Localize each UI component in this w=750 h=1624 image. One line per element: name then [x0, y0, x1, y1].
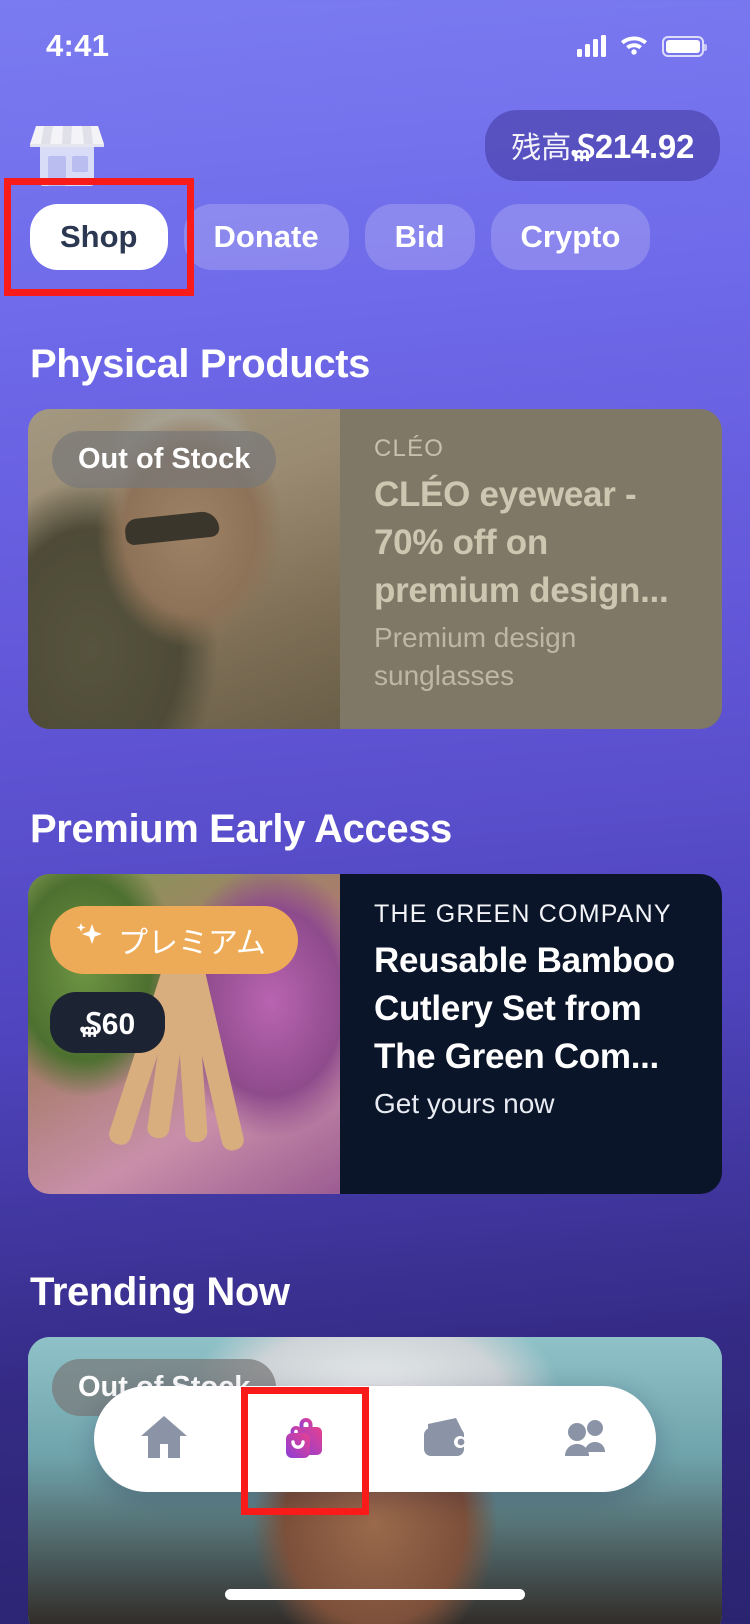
- product-brand: THE GREEN COMPANY: [374, 900, 672, 928]
- product-title: CLÉO eyewear - 70% off on premium design…: [374, 475, 669, 610]
- storefront-icon: [30, 110, 104, 188]
- balance-label: 残高: [511, 132, 572, 165]
- wallet-icon: [416, 1408, 474, 1471]
- product-subtitle: Premium design sunglasses: [374, 621, 577, 692]
- tab-crypto[interactable]: Crypto: [490, 204, 651, 270]
- balance-pill[interactable]: 残高 ₷214.92: [485, 110, 720, 181]
- product-image-bamboo: プレミアム ₷60: [28, 874, 340, 1194]
- app-header: 残高 ₷214.92: [0, 92, 750, 188]
- battery-icon: [662, 35, 707, 57]
- status-badge-out-of-stock: Out of Stock: [52, 431, 277, 488]
- nav-item-people[interactable]: [538, 1391, 634, 1487]
- tab-shop[interactable]: Shop: [30, 204, 168, 270]
- product-brand: CLÉO: [374, 435, 445, 462]
- section-title-trending-now: Trending Now: [30, 1270, 290, 1314]
- status-bar: 4:41: [0, 0, 750, 92]
- status-time: 4:41: [46, 28, 110, 63]
- category-tabs: Shop Donate Bid Crypto: [0, 178, 750, 296]
- shopping-bags-icon: [276, 1408, 334, 1471]
- balance-amount: ₷214.92: [571, 128, 694, 165]
- home-indicator: [225, 1589, 525, 1600]
- tab-donate[interactable]: Donate: [183, 204, 349, 270]
- nav-item-home[interactable]: [116, 1391, 212, 1487]
- section-title-premium-early-access: Premium Early Access: [30, 807, 452, 851]
- product-image-cleo: Out of Stock: [28, 409, 340, 729]
- product-subtitle: Get yours now: [374, 1087, 555, 1119]
- section-premium-early-access: Premium Early Access プレミアム ₷60 THE GREEN…: [0, 807, 750, 1194]
- cellular-signal-icon: [577, 35, 606, 57]
- premium-badge-label: プレミアム: [118, 927, 266, 960]
- sparkles-icon: [72, 919, 106, 961]
- product-info-bamboo: THE GREEN COMPANY Reusable Bamboo Cutler…: [340, 874, 722, 1194]
- product-info-cleo: CLÉO CLÉO eyewear - 70% off on premium d…: [340, 409, 722, 729]
- nav-item-wallet[interactable]: [397, 1391, 493, 1487]
- premium-badge: プレミアム: [50, 906, 298, 974]
- people-icon: [557, 1408, 615, 1471]
- product-card-bamboo[interactable]: プレミアム ₷60 THE GREEN COMPANY Reusable Bam…: [28, 874, 722, 1194]
- status-icons: [577, 32, 707, 60]
- bottom-navigation-bar: [94, 1386, 656, 1515]
- nav-item-shop[interactable]: [240, 1387, 369, 1515]
- tab-shop-wrapper: Shop: [4, 178, 194, 296]
- tab-bid[interactable]: Bid: [364, 204, 475, 270]
- wifi-icon: [619, 32, 649, 60]
- section-title-physical-products: Physical Products: [30, 342, 370, 386]
- product-title: Reusable Bamboo Cutlery Set from The Gre…: [374, 941, 675, 1076]
- section-physical-products: Physical Products Out of Stock CLÉO CLÉO…: [0, 342, 750, 729]
- product-card-cleo[interactable]: Out of Stock CLÉO CLÉO eyewear - 70% off…: [28, 409, 722, 729]
- price-badge: ₷60: [50, 992, 166, 1053]
- home-icon: [135, 1408, 193, 1471]
